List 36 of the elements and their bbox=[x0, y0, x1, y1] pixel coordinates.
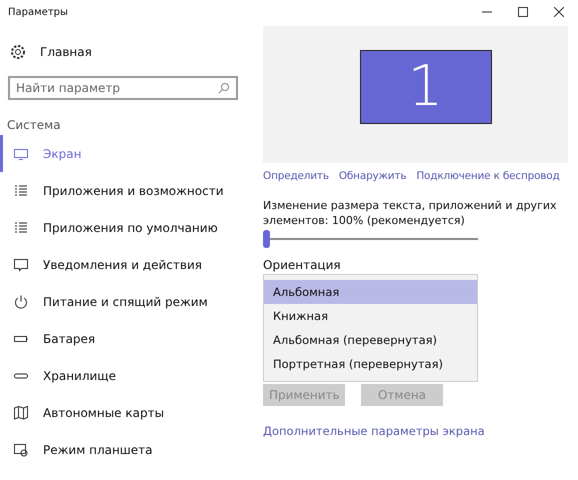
dropdown-option[interactable]: Альбомная bbox=[264, 280, 477, 304]
list-icon bbox=[13, 182, 29, 198]
section-heading: Система bbox=[6, 117, 62, 134]
sidebar-item[interactable]: Приложения по умолчанию bbox=[0, 209, 255, 246]
dropdown-option[interactable]: Книжная bbox=[264, 304, 477, 328]
scale-slider[interactable] bbox=[263, 230, 478, 248]
window-title: Параметры bbox=[8, 6, 68, 18]
gear-icon bbox=[10, 44, 26, 60]
sidebar-item[interactable]: Экран bbox=[0, 135, 255, 172]
sidebar-item[interactable]: Автономные карты bbox=[0, 394, 255, 431]
power-icon bbox=[13, 294, 29, 310]
sidebar-item[interactable]: Хранилище bbox=[0, 357, 255, 394]
link[interactable]: Подключение к беспровод bbox=[416, 170, 560, 182]
sidebar-item[interactable]: Режим планшета bbox=[0, 431, 255, 468]
sidebar-item[interactable]: Питание и спящий режим bbox=[0, 283, 255, 320]
dropdown-option[interactable]: Альбомная (перевернутая) bbox=[264, 328, 477, 352]
sidebar-item[interactable]: Батарея bbox=[0, 320, 255, 357]
map-icon bbox=[13, 404, 29, 420]
orientation-label: Ориентация bbox=[263, 258, 342, 272]
chat-icon bbox=[13, 256, 29, 272]
maximize-icon[interactable] bbox=[518, 7, 528, 17]
dropdown-option[interactable]: Портретная (перевернутая) bbox=[264, 352, 477, 376]
scale-label: Изменение размера текста, приложений и других элементов: 100% (рекомендуется) bbox=[263, 198, 558, 228]
advanced-settings-link[interactable]: Дополнительные параметры экрана bbox=[263, 424, 568, 438]
search-icon bbox=[218, 82, 230, 94]
home-item[interactable]: Главная bbox=[0, 24, 255, 62]
tablet-icon bbox=[13, 442, 29, 458]
link[interactable]: Обнаружить bbox=[338, 170, 406, 182]
slider-thumb[interactable] bbox=[263, 230, 270, 248]
link[interactable]: Определить bbox=[263, 170, 329, 182]
list-icon bbox=[13, 220, 29, 236]
sidebar-item[interactable]: Приложения и возможности bbox=[0, 172, 255, 209]
monitor-tile[interactable]: 1 bbox=[360, 50, 492, 124]
close-icon[interactable] bbox=[554, 7, 564, 17]
search-field[interactable]: Найти параметр bbox=[8, 76, 238, 100]
sidebar-item[interactable]: Уведомления и действия bbox=[0, 246, 255, 283]
